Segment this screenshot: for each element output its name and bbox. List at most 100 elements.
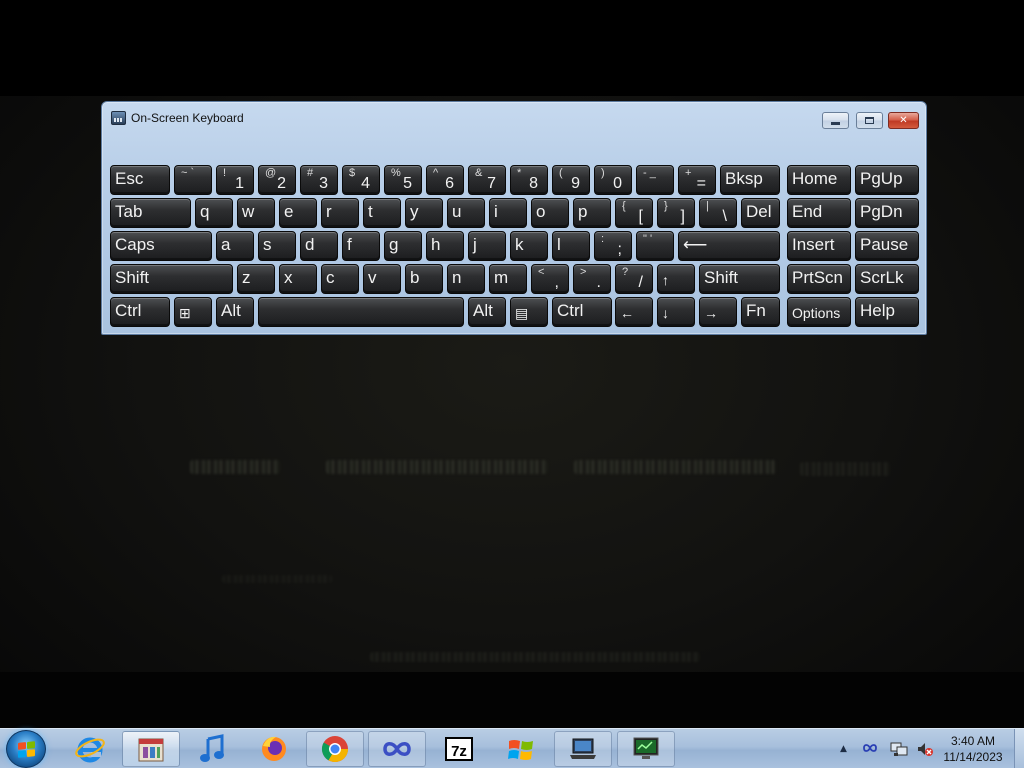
network-icon[interactable]: [890, 740, 908, 758]
key-backslash[interactable]: | \: [699, 198, 737, 228]
chrome-icon: [321, 736, 349, 763]
key-enter[interactable]: ⟵: [678, 231, 780, 261]
key-period[interactable]: >.: [573, 264, 611, 294]
key-y[interactable]: y: [405, 198, 443, 228]
key-fn[interactable]: Fn: [741, 297, 780, 327]
key-9[interactable]: (9: [552, 165, 590, 195]
key-tilde[interactable]: ~ `: [174, 165, 212, 195]
key-alt-right[interactable]: Alt: [468, 297, 506, 327]
key-v[interactable]: v: [363, 264, 401, 294]
key-space[interactable]: [258, 297, 464, 327]
key-tab[interactable]: Tab: [110, 198, 191, 228]
key-4[interactable]: $4: [342, 165, 380, 195]
key-1[interactable]: ! 1: [216, 165, 254, 195]
taskbar-windows-app[interactable]: [492, 731, 550, 767]
key-secondary-label: - _: [643, 167, 656, 179]
key-i[interactable]: i: [489, 198, 527, 228]
key-alt-left[interactable]: Alt: [216, 297, 254, 327]
key-label: Caps: [115, 235, 155, 254]
key-semicolon[interactable]: :;: [594, 231, 632, 261]
key-o[interactable]: o: [531, 198, 569, 228]
taskbar-internet-explorer[interactable]: [61, 731, 119, 767]
key-m[interactable]: m: [489, 264, 527, 294]
key-l[interactable]: l: [552, 231, 590, 261]
key-right[interactable]: →: [699, 297, 737, 327]
infinity-tray-icon[interactable]: [862, 741, 878, 755]
key-quote[interactable]: " ': [636, 231, 674, 261]
key-g[interactable]: g: [384, 231, 422, 261]
key-b[interactable]: b: [405, 264, 443, 294]
key-help[interactable]: Help: [855, 297, 919, 327]
key-p[interactable]: p: [573, 198, 611, 228]
taskbar-app-store[interactable]: [122, 731, 180, 767]
key-scrlk[interactable]: ScrLk: [855, 264, 919, 294]
show-desktop-button[interactable]: [1014, 729, 1024, 768]
key-del[interactable]: Del: [741, 198, 780, 228]
taskbar-7zip[interactable]: 7z: [430, 731, 488, 767]
key-ctrl-left[interactable]: Ctrl: [110, 297, 170, 327]
key-n[interactable]: n: [447, 264, 485, 294]
key-caps[interactable]: Caps: [110, 231, 212, 261]
key-comma[interactable]: <,: [531, 264, 569, 294]
key-left-bracket[interactable]: {[: [615, 198, 653, 228]
key-shift-right[interactable]: Shift: [699, 264, 780, 294]
key-home[interactable]: Home: [787, 165, 851, 195]
key-6[interactable]: ^ 6: [426, 165, 464, 195]
taskbar-infinity-app[interactable]: [368, 731, 426, 767]
key-down[interactable]: ↓: [657, 297, 695, 327]
key-2[interactable]: @2: [258, 165, 296, 195]
key-e[interactable]: e: [279, 198, 317, 228]
key-options[interactable]: Options: [787, 297, 851, 327]
taskbar-chrome[interactable]: [306, 731, 364, 767]
key-label: Alt: [221, 301, 241, 320]
key-z[interactable]: z: [237, 264, 275, 294]
key-k[interactable]: k: [510, 231, 548, 261]
key-insert[interactable]: Insert: [787, 231, 851, 261]
key-ctrl-right[interactable]: Ctrl: [552, 297, 612, 327]
key-up[interactable]: ↑: [657, 264, 695, 294]
key-right-bracket[interactable]: }]: [657, 198, 695, 228]
key-8[interactable]: * 8: [510, 165, 548, 195]
key-0[interactable]: ) 0: [594, 165, 632, 195]
key-pause[interactable]: Pause: [855, 231, 919, 261]
key-equals[interactable]: + =: [678, 165, 716, 195]
key-minus[interactable]: - _: [636, 165, 674, 195]
key-pgup[interactable]: PgUp: [855, 165, 919, 195]
key-slash[interactable]: ? /: [615, 264, 653, 294]
key-esc[interactable]: Esc: [110, 165, 170, 195]
volume-muted-icon[interactable]: [916, 740, 934, 758]
key-menu[interactable]: ▤: [510, 297, 548, 327]
key-backspace[interactable]: Bksp: [720, 165, 780, 195]
taskbar-monitor-app[interactable]: [617, 731, 675, 767]
key-f[interactable]: f: [342, 231, 380, 261]
key-s[interactable]: s: [258, 231, 296, 261]
key-5[interactable]: % 5: [384, 165, 422, 195]
taskbar-music[interactable]: [183, 731, 241, 767]
key-q[interactable]: q: [195, 198, 233, 228]
key-h[interactable]: h: [426, 231, 464, 261]
key-shift-left[interactable]: Shift: [110, 264, 233, 294]
key-c[interactable]: c: [321, 264, 359, 294]
taskbar-firefox[interactable]: [245, 731, 303, 767]
key-7[interactable]: & 7: [468, 165, 506, 195]
key-pgdn[interactable]: PgDn: [855, 198, 919, 228]
key-a[interactable]: a: [216, 231, 254, 261]
key-prtscn[interactable]: PrtScn: [787, 264, 851, 294]
key-left[interactable]: ←: [615, 297, 653, 327]
key-windows[interactable]: ⊞: [174, 297, 212, 327]
key-t[interactable]: t: [363, 198, 401, 228]
on-screen-keyboard-window[interactable]: On-Screen Keyboard ✕ Esc ~ ` ! 1 @2 #3 $4…: [101, 101, 927, 335]
key-x[interactable]: x: [279, 264, 317, 294]
taskbar-laptop-app[interactable]: [554, 731, 612, 767]
key-end[interactable]: End: [787, 198, 851, 228]
key-d[interactable]: d: [300, 231, 338, 261]
show-hidden-icons-button[interactable]: ▲: [840, 744, 847, 754]
start-button[interactable]: [6, 730, 46, 768]
key-label: Help: [860, 301, 895, 320]
key-j[interactable]: j: [468, 231, 506, 261]
key-r[interactable]: r: [321, 198, 359, 228]
clock[interactable]: 3:40 AM 11/14/2023: [933, 733, 1013, 765]
key-w[interactable]: w: [237, 198, 275, 228]
key-3[interactable]: #3: [300, 165, 338, 195]
key-u[interactable]: u: [447, 198, 485, 228]
